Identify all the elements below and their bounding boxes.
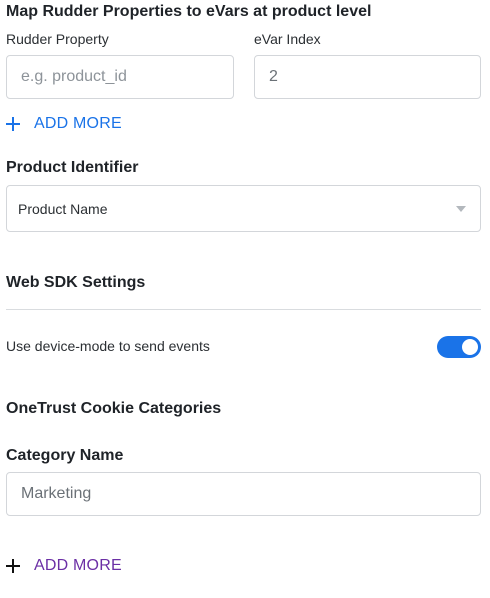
product-identifier-select[interactable]: Product Name	[6, 185, 481, 232]
toggle-knob	[462, 339, 478, 355]
device-mode-label: Use device-mode to send events	[6, 338, 210, 354]
add-more-evar-label: ADD MORE	[34, 115, 122, 132]
chevron-down-icon	[456, 205, 466, 212]
web-sdk-settings-title: Web SDK Settings	[6, 274, 146, 291]
evar-index-label: eVar Index	[254, 31, 321, 47]
section-divider	[6, 309, 481, 310]
onetrust-title: OneTrust Cookie Categories	[6, 400, 222, 417]
product-identifier-value: Product Name	[18, 200, 108, 217]
device-mode-toggle[interactable]	[437, 336, 481, 358]
rudder-property-label: Rudder Property	[6, 31, 109, 47]
evar-mapping-title: Map Rudder Properties to eVars at produc…	[6, 3, 372, 20]
evar-index-input[interactable]	[254, 55, 481, 99]
rudder-property-input[interactable]	[6, 55, 234, 99]
plus-icon	[6, 559, 20, 573]
add-more-evar-button[interactable]: ADD MORE	[6, 115, 122, 133]
category-name-input[interactable]	[6, 472, 481, 516]
plus-icon	[6, 117, 20, 131]
product-identifier-title: Product Identifier	[6, 159, 139, 176]
add-more-category-button[interactable]: ADD MORE	[6, 557, 122, 575]
category-name-label: Category Name	[6, 447, 124, 464]
add-more-category-label: ADD MORE	[34, 557, 122, 574]
